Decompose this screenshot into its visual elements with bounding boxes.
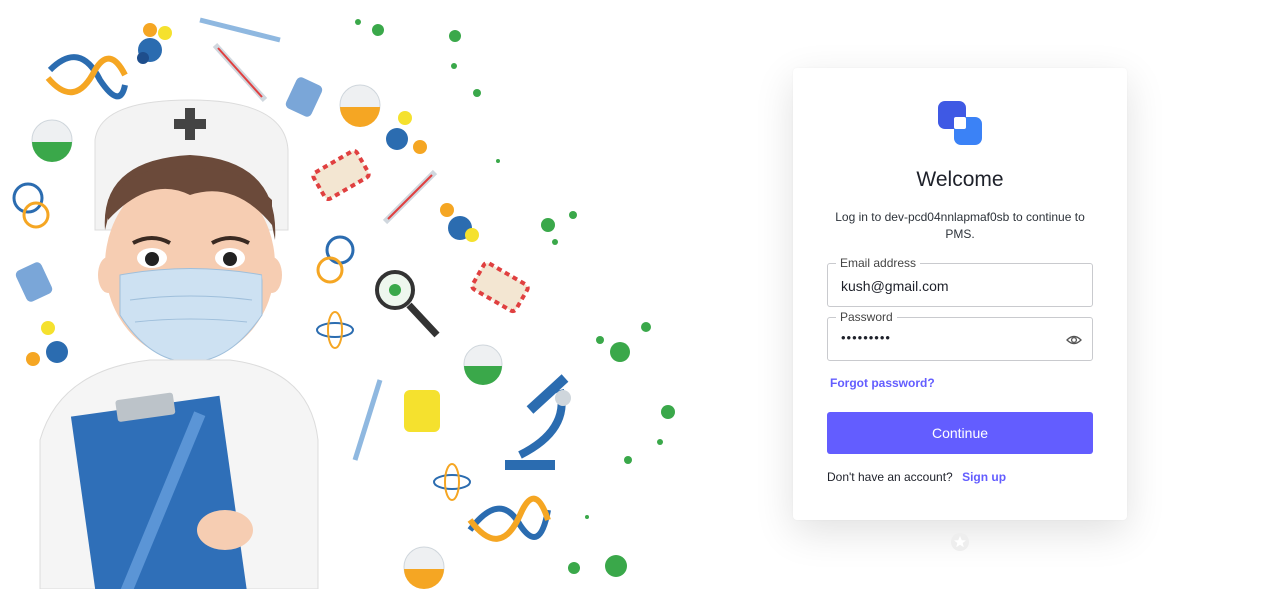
- password-field[interactable]: Password •••••••••: [827, 310, 1093, 361]
- star-badge-icon: [951, 533, 969, 551]
- email-field[interactable]: Email address kush@gmail.com: [827, 256, 1093, 307]
- login-page: Welcome Log in to dev-pcd04nnlapmaf0sb t…: [0, 0, 1280, 589]
- signup-prompt: Don't have an account?: [827, 470, 953, 484]
- microscope-icon: [505, 374, 571, 470]
- login-subtitle: Log in to dev-pcd04nnlapmaf0sb to contin…: [835, 210, 1085, 241]
- email-input[interactable]: kush@gmail.com: [841, 278, 949, 294]
- forgot-password-link[interactable]: Forgot password?: [830, 376, 935, 390]
- eye-icon[interactable]: [1066, 332, 1082, 348]
- password-input[interactable]: •••••••••: [841, 330, 891, 345]
- signup-row: Don't have an account? Sign up: [827, 470, 1006, 484]
- app-logo-icon: [938, 101, 982, 145]
- password-label: Password: [836, 310, 897, 324]
- medical-illustration: [12, 17, 675, 589]
- nurse-figure: [39, 99, 319, 589]
- signup-link[interactable]: Sign up: [962, 470, 1006, 484]
- login-card: Welcome Log in to dev-pcd04nnlapmaf0sb t…: [793, 68, 1127, 520]
- email-label: Email address: [836, 256, 921, 270]
- pills-icon: [311, 148, 530, 314]
- continue-button[interactable]: Continue: [827, 412, 1093, 454]
- welcome-title: Welcome: [916, 168, 1004, 191]
- magnifier-icon: [375, 270, 440, 338]
